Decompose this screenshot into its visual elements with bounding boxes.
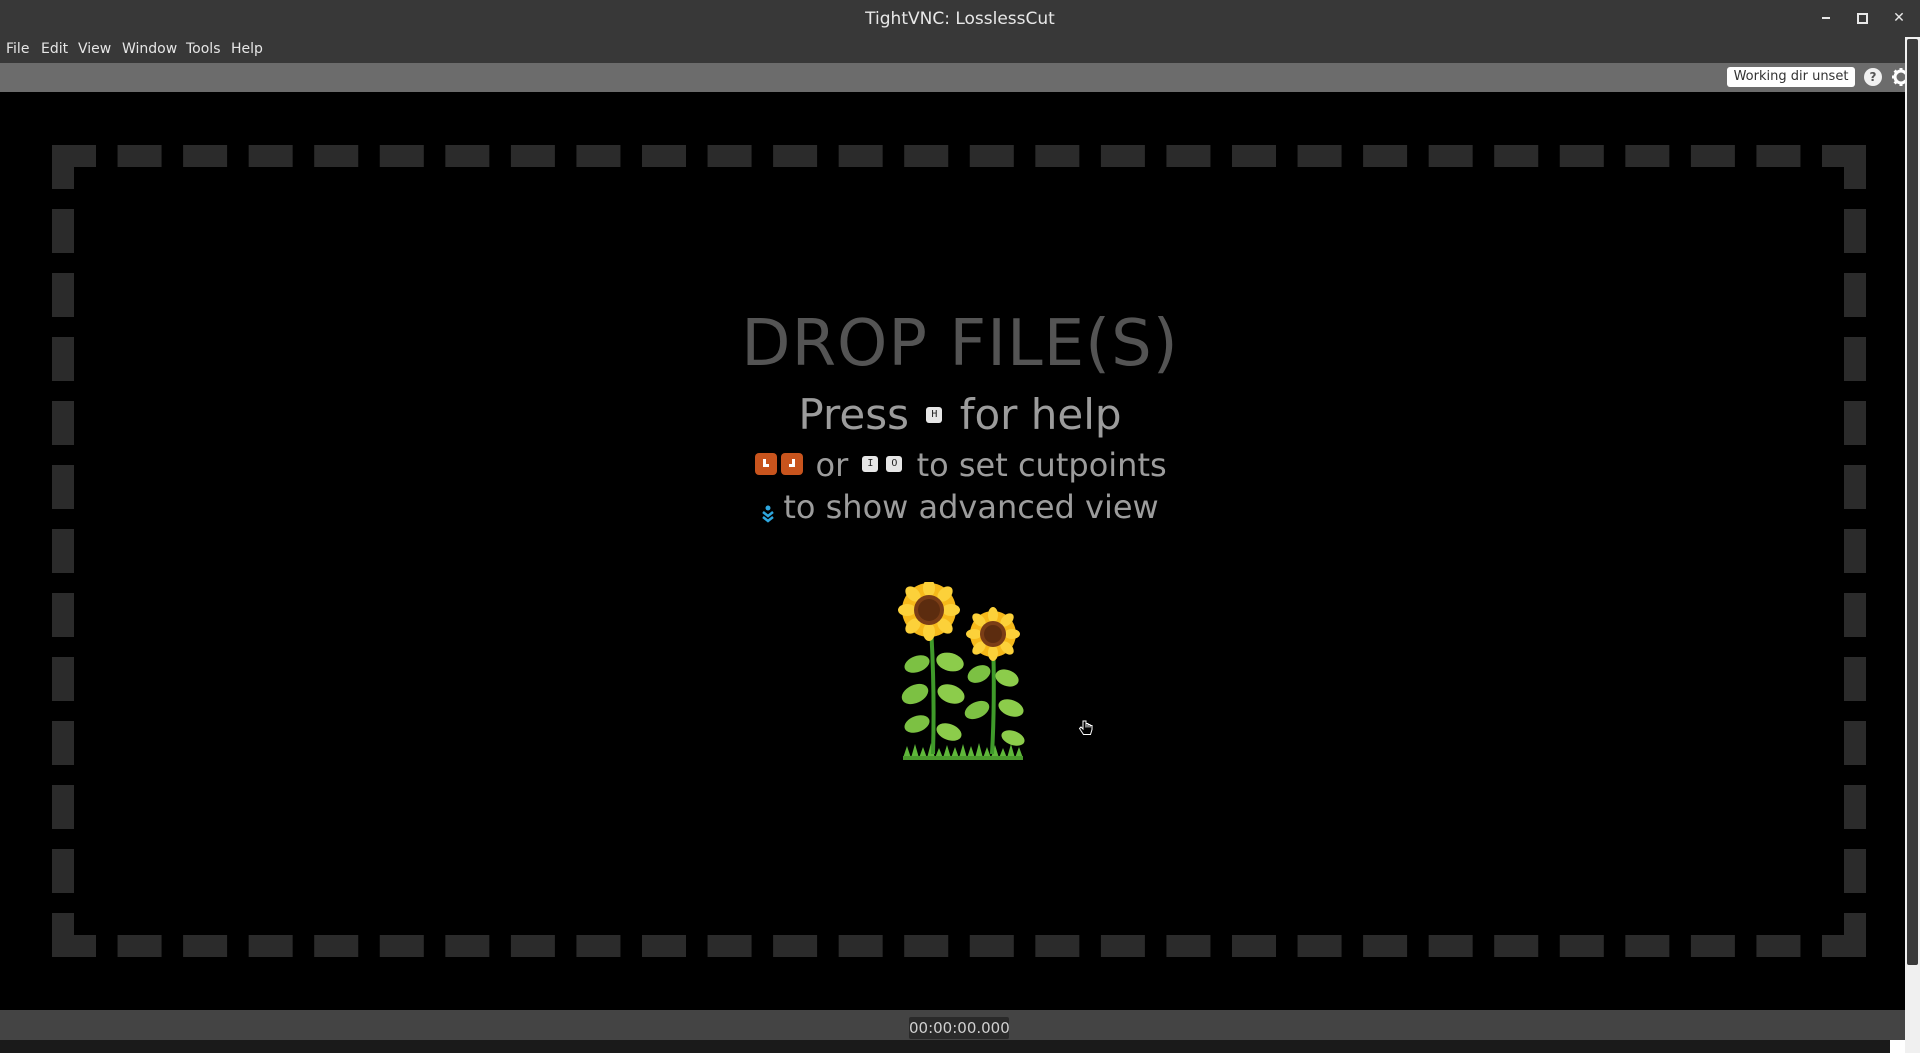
minimize-icon — [1822, 17, 1830, 19]
vnc-screen: TightVNC: LosslessCut ✕ File Edit View W… — [0, 0, 1920, 1053]
drop-zone[interactable]: DROP FILE(S) Press H for help or IO to s… — [0, 92, 1905, 1010]
scrollbar-thumb[interactable] — [1907, 39, 1918, 965]
menu-edit[interactable]: Edit — [41, 41, 68, 57]
cut-start-icon — [755, 453, 778, 475]
help-key: H — [926, 406, 943, 423]
help-hint: Press H for help — [0, 390, 1920, 439]
advanced-view-icon — [761, 495, 775, 523]
help-button[interactable]: ? — [1864, 68, 1882, 86]
in-key: I — [862, 456, 879, 472]
close-icon: ✕ — [1893, 10, 1905, 26]
working-dir-button[interactable]: Working dir unset — [1727, 67, 1855, 87]
cutpoint-hint: or IO to set cutpoints — [0, 446, 1920, 484]
menu-view[interactable]: View — [78, 41, 111, 57]
advanced-view-hint: to show advanced view — [0, 488, 1920, 526]
window-titlebar: TightVNC: LosslessCut ✕ — [0, 0, 1920, 37]
drop-files-title: DROP FILE(S) — [741, 307, 1179, 381]
settings-button[interactable] — [1891, 67, 1905, 87]
menu-help[interactable]: Help — [231, 41, 263, 57]
top-toolbar: Working dir unset ? — [0, 63, 1905, 92]
maximize-button[interactable] — [1851, 8, 1873, 28]
cutpoint-hint-suffix: to set cutpoints — [916, 446, 1167, 484]
menu-bar: File Edit View Window Tools Help — [0, 37, 1920, 63]
cut-end-icon — [781, 453, 804, 475]
menu-file[interactable]: File — [6, 41, 29, 57]
menu-tools[interactable]: Tools — [186, 41, 221, 57]
bottom-control-strip — [0, 1040, 1890, 1053]
gear-icon — [1892, 68, 1905, 86]
sunflowers-illustration — [898, 582, 1025, 760]
menu-window[interactable]: Window — [122, 41, 177, 57]
close-button[interactable]: ✕ — [1888, 8, 1910, 28]
window-title: TightVNC: LosslessCut — [865, 9, 1055, 29]
advanced-view-hint-text: to show advanced view — [783, 488, 1159, 526]
help-hint-suffix: for help — [959, 390, 1122, 439]
out-key: O — [886, 456, 903, 472]
timeline-bar[interactable]: 00:00:00.000 — [0, 1010, 1905, 1040]
help-hint-prefix: Press — [798, 390, 909, 439]
timecode-display: 00:00:00.000 — [909, 1017, 1010, 1039]
maximize-icon — [1856, 12, 1868, 24]
cutpoint-hint-or: or — [815, 446, 849, 484]
hand-cursor-icon — [1078, 720, 1093, 735]
drop-zone-dashed-border — [52, 145, 1866, 957]
minimize-button[interactable] — [1815, 8, 1837, 28]
